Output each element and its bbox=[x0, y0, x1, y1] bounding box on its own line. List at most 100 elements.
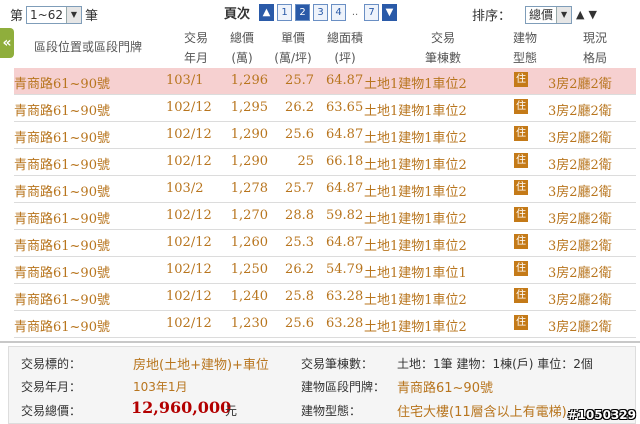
col-type-2: 型態 bbox=[512, 51, 537, 65]
addr-value: 青商路61~90號 bbox=[397, 381, 493, 396]
table-row[interactable]: 青商路61~90號 102/12 1,290 25 66.18 土地1建物1車位… bbox=[14, 149, 636, 176]
record-range: 第 1~62 ▼ 筆 bbox=[10, 5, 98, 24]
cell-price: 1,250 bbox=[230, 262, 268, 277]
prev-page-icon[interactable]: ▲ bbox=[259, 4, 275, 21]
range-select[interactable]: 1~62 ▼ bbox=[26, 5, 82, 24]
table-row[interactable]: 青商路61~90號 102/12 1,260 25.3 64.87 土地1建物1… bbox=[14, 230, 636, 257]
cell-unit-price: 25.7 bbox=[285, 181, 314, 196]
range-suffix: 筆 bbox=[84, 9, 98, 24]
cell-parts: 土地1建物1車位2 bbox=[364, 104, 467, 119]
cell-address: 青商路61~90號 bbox=[14, 77, 110, 92]
col-parts-1: 交易 bbox=[430, 31, 455, 45]
cell-address: 青商路61~90號 bbox=[14, 131, 110, 146]
cell-unit-price: 25.3 bbox=[285, 235, 314, 250]
col-addr: 區段位置或區段門牌 bbox=[34, 40, 143, 54]
cell-layout: 3房2廳2衛 bbox=[548, 293, 612, 308]
cell-layout: 3房2廳2衛 bbox=[548, 131, 612, 146]
cell-address: 青商路61~90號 bbox=[14, 266, 110, 281]
cell-parts: 土地1建物1車位2 bbox=[364, 77, 467, 92]
range-prefix: 第 bbox=[10, 9, 24, 24]
cell-layout: 3房2廳2衛 bbox=[548, 239, 612, 254]
table-row[interactable]: 青商路61~90號 102/12 1,250 26.2 54.79 土地1建物1… bbox=[14, 257, 636, 284]
cell-address: 青商路61~90號 bbox=[14, 158, 110, 173]
residential-icon: 住 bbox=[514, 207, 528, 222]
sort-control: 排序： 總價 ▼ ▲ ▼ bbox=[472, 5, 597, 24]
cell-layout: 3房2廳2衛 bbox=[548, 266, 612, 281]
sidebar-toggle-icon[interactable]: « bbox=[0, 28, 14, 58]
total-label: 交易總價： bbox=[21, 404, 82, 418]
cell-layout: 3房2廳2衛 bbox=[548, 104, 612, 119]
cell-address: 青商路61~90號 bbox=[14, 185, 110, 200]
pager-label: 頁次 bbox=[224, 7, 251, 22]
col-layout-2: 格局 bbox=[582, 51, 607, 65]
page-1[interactable]: 1 bbox=[277, 4, 293, 21]
cell-layout: 3房2廳2衛 bbox=[548, 212, 612, 227]
cell-parts: 土地1建物1車位2 bbox=[364, 158, 467, 173]
detail-panel: 交易標的： 房地(土地+建物)+車位 交易年月： 103年1月 交易總價： 12… bbox=[8, 346, 636, 424]
cell-address: 青商路61~90號 bbox=[14, 293, 110, 308]
cell-unit-price: 25 bbox=[297, 154, 314, 169]
type-value: 住宅大樓(11層含以上有電梯) bbox=[397, 405, 567, 420]
cell-parts: 土地1建物1車位2 bbox=[364, 293, 467, 308]
cell-unit-price: 26.2 bbox=[285, 262, 314, 277]
col-date-1: 交易 bbox=[183, 31, 208, 45]
residential-icon: 住 bbox=[514, 180, 528, 195]
cell-date: 103/2 bbox=[166, 181, 204, 196]
cell-address: 青商路61~90號 bbox=[14, 239, 110, 254]
next-page-icon[interactable]: ▼ bbox=[382, 4, 398, 21]
cell-unit-price: 25.6 bbox=[285, 316, 314, 331]
cell-price: 1,290 bbox=[230, 154, 268, 169]
date-label: 交易年月： bbox=[21, 380, 82, 394]
cell-area: 63.28 bbox=[326, 289, 364, 304]
cell-unit-price: 28.8 bbox=[285, 208, 314, 223]
page-4[interactable]: 4 bbox=[331, 4, 347, 21]
cell-parts: 土地1建物1車位2 bbox=[364, 239, 467, 254]
date-value: 103年1月 bbox=[133, 380, 188, 394]
cell-price: 1,270 bbox=[230, 208, 268, 223]
cell-layout: 3房2廳2衛 bbox=[548, 320, 612, 335]
table-row[interactable]: 青商路61~90號 102/12 1,240 25.8 63.28 土地1建物1… bbox=[14, 284, 636, 311]
cell-price: 1,296 bbox=[230, 73, 268, 88]
page-3[interactable]: 3 bbox=[313, 4, 329, 21]
residential-icon: 住 bbox=[514, 126, 528, 141]
page-7[interactable]: 7 bbox=[364, 4, 380, 21]
table-row[interactable]: 青商路61~90號 102/12 1,230 25.6 63.28 土地1建物1… bbox=[14, 311, 636, 338]
table-header: 區段位置或區段門牌 交易 年月 總價 (萬) 單價 (萬/坪) 總面積 (坪) … bbox=[14, 28, 634, 68]
cell-unit-price: 25.7 bbox=[285, 73, 314, 88]
sort-select-value: 總價 bbox=[529, 8, 554, 22]
cell-price: 1,278 bbox=[230, 181, 268, 196]
cell-address: 青商路61~90號 bbox=[14, 212, 110, 227]
cell-area: 54.79 bbox=[326, 262, 364, 277]
cell-area: 66.18 bbox=[326, 154, 364, 169]
cell-area: 59.82 bbox=[326, 208, 364, 223]
table-row[interactable]: 青商路61~90號 102/12 1,290 25.6 64.87 土地1建物1… bbox=[14, 122, 636, 149]
table-row[interactable]: 青商路61~90號 102/12 1,270 28.8 59.82 土地1建物1… bbox=[14, 203, 636, 230]
cell-price: 1,290 bbox=[230, 127, 268, 142]
cell-area: 63.28 bbox=[326, 316, 364, 331]
cell-price: 1,295 bbox=[230, 100, 268, 115]
col-layout-1: 現況 bbox=[582, 31, 607, 45]
cell-parts: 土地1建物1車位2 bbox=[364, 131, 467, 146]
table-row[interactable]: 青商路61~90號 103/2 1,278 25.7 64.87 土地1建物1車… bbox=[14, 176, 636, 203]
target-label: 交易標的： bbox=[21, 357, 82, 371]
count-value: 土地：1筆 建物：1棟(戶) 車位：2個 bbox=[397, 357, 593, 371]
residential-icon: 住 bbox=[514, 99, 528, 114]
sort-select[interactable]: 總價 ▼ bbox=[525, 5, 573, 24]
col-type-1: 建物 bbox=[512, 31, 537, 45]
target-value: 房地(土地+建物)+車位 bbox=[133, 358, 269, 373]
divider bbox=[0, 341, 640, 343]
sort-descending-icon[interactable]: ▼ bbox=[589, 8, 597, 21]
cell-unit-price: 26.2 bbox=[285, 100, 314, 115]
cell-parts: 土地1建物1車位2 bbox=[364, 185, 467, 200]
sort-ascending-icon[interactable]: ▲ bbox=[576, 8, 584, 21]
table-row[interactable]: 青商路61~90號 102/12 1,295 26.2 63.65 土地1建物1… bbox=[14, 95, 636, 122]
cell-address: 青商路61~90號 bbox=[14, 320, 110, 335]
table-row[interactable]: 青商路61~90號 103/1 1,296 25.7 64.87 土地1建物1車… bbox=[14, 68, 636, 95]
cell-area: 64.87 bbox=[326, 235, 364, 250]
addr-label: 建物區段門牌： bbox=[301, 380, 386, 394]
cell-unit-price: 25.8 bbox=[285, 289, 314, 304]
page-2[interactable]: 2 bbox=[295, 4, 311, 21]
residential-icon: 住 bbox=[514, 288, 528, 303]
cell-date: 102/12 bbox=[166, 289, 212, 304]
cell-price: 1,260 bbox=[230, 235, 268, 250]
